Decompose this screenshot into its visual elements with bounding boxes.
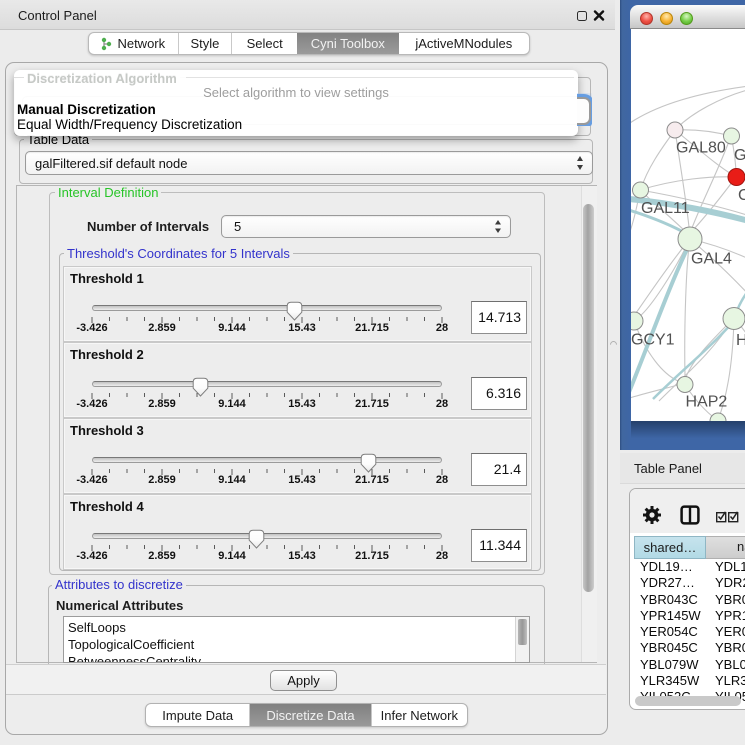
svg-text:CY: CY (738, 187, 745, 204)
svg-text:GCY1: GCY1 (631, 332, 675, 349)
svg-text:GA: GA (734, 147, 745, 164)
svg-text:GAL80: GAL80 (676, 140, 726, 157)
svg-text:GAL4: GAL4 (691, 251, 732, 268)
svg-text:HA: HA (736, 332, 745, 349)
svg-text:HAP2: HAP2 (686, 394, 728, 411)
svg-text:GAL11: GAL11 (641, 200, 690, 217)
